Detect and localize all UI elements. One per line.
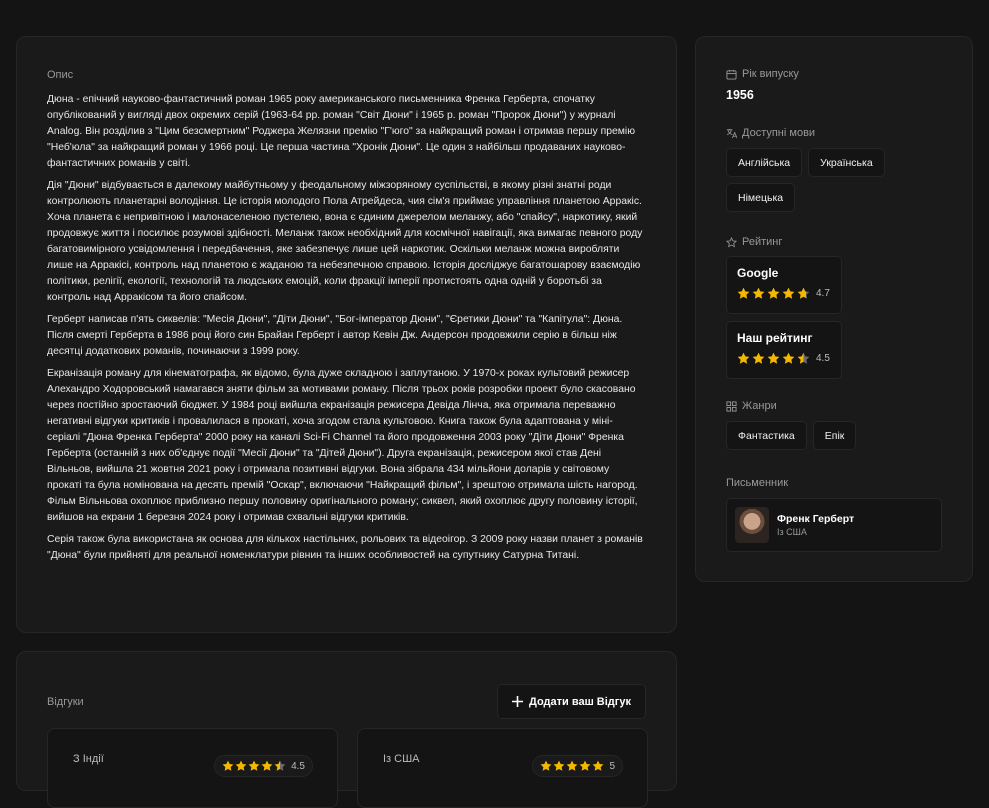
details-sidebar: Рік випуску 1956 Доступні мови Англійськ…	[695, 36, 973, 582]
star-rating: 4.5	[737, 352, 831, 365]
rating-label: Рейтинг	[742, 236, 783, 248]
reviews-card: Відгуки Додати ваш Відгук З Індії 4.5 Із…	[16, 651, 677, 808]
star-icon	[797, 287, 810, 299]
star-icon	[235, 760, 247, 771]
writer-card[interactable]: Френк Герберт Із США	[726, 498, 942, 552]
rating-value: 4.5	[816, 353, 830, 364]
star-rating: 5	[532, 755, 623, 777]
genre-chip[interactable]: Епік	[812, 421, 857, 450]
star-rating: 4.7	[737, 287, 831, 300]
rating-heading: Рейтинг	[726, 235, 942, 249]
star-icon	[737, 287, 750, 299]
writer-name: Френк Герберт	[777, 513, 855, 525]
rating-source-name: Google	[737, 266, 779, 280]
reviews-header: Відгуки Додати ваш Відгук	[47, 684, 646, 719]
plus-icon	[512, 696, 523, 707]
star-icon	[274, 760, 286, 771]
star-icon	[737, 352, 750, 364]
languages-heading: Доступні мови	[726, 126, 942, 140]
add-review-button[interactable]: Додати ваш Відгук	[497, 684, 646, 719]
languages-label: Доступні мови	[742, 127, 816, 139]
star-outline-icon	[726, 236, 737, 247]
star-icon	[222, 760, 234, 771]
genres-list: Фантастика Епік	[726, 421, 942, 450]
rating-value: 4.7	[816, 288, 830, 299]
genres-heading: Жанри	[726, 399, 942, 413]
rating-value: 5	[609, 760, 615, 772]
release-year-value: 1956	[726, 88, 754, 102]
description-card: Опис Дюна - епічний науково-фантастичний…	[16, 36, 677, 633]
review-item: Із США 5	[357, 728, 648, 808]
star-icon	[554, 760, 565, 771]
star-icon	[767, 287, 780, 299]
star-icon	[752, 287, 765, 299]
rating-google: Google 4.7	[726, 256, 842, 314]
writer-origin: Із США	[777, 527, 807, 537]
translate-icon	[726, 128, 737, 138]
star-rating: 4.5	[214, 755, 313, 777]
avatar	[735, 507, 769, 543]
release-year-heading: Рік випуску	[726, 67, 942, 81]
star-icon	[567, 760, 578, 771]
description-paragraph: Дюна - епічний науково-фантастичний рома…	[47, 94, 636, 169]
star-icon	[767, 352, 780, 364]
reviews-label: Відгуки	[47, 695, 84, 708]
description-paragraph: Дія "Дюни" відбувається в далекому майбу…	[47, 180, 643, 303]
description-paragraph: Герберт написав п'ять сиквелів: "Месія Д…	[47, 314, 623, 357]
description-paragraph: Серія також була використана як основа д…	[47, 534, 643, 561]
languages-list: Англійська Українська Німецька	[726, 148, 942, 212]
description-paragraph: Екранізація роману для кінематографа, як…	[47, 368, 638, 523]
star-icon	[261, 760, 273, 771]
star-icon	[541, 760, 552, 771]
rating-source-name: Наш рейтинг	[737, 331, 813, 345]
review-item: З Індії 4.5	[47, 728, 338, 808]
star-icon	[782, 352, 795, 364]
writer-label: Письменник	[726, 477, 789, 489]
writer-heading: Письменник	[726, 476, 942, 490]
star-icon	[797, 352, 810, 364]
description-label: Опис	[47, 69, 74, 81]
star-icon	[752, 352, 765, 364]
grid-icon	[726, 400, 737, 412]
release-year-label: Рік випуску	[742, 68, 799, 80]
rating-value: 4.5	[291, 760, 305, 772]
genre-chip[interactable]: Фантастика	[726, 421, 807, 450]
star-icon	[782, 287, 795, 299]
language-chip[interactable]: Англійська	[726, 148, 803, 177]
calendar-icon	[726, 69, 737, 80]
rating-ours: Наш рейтинг 4.5	[726, 321, 842, 379]
language-chip[interactable]: Українська	[808, 148, 885, 177]
star-icon	[593, 760, 604, 771]
star-icon	[248, 760, 260, 771]
add-review-label: Додати ваш Відгук	[529, 695, 631, 708]
star-icon	[580, 760, 591, 771]
language-chip[interactable]: Німецька	[726, 183, 796, 212]
genres-label: Жанри	[742, 400, 777, 412]
